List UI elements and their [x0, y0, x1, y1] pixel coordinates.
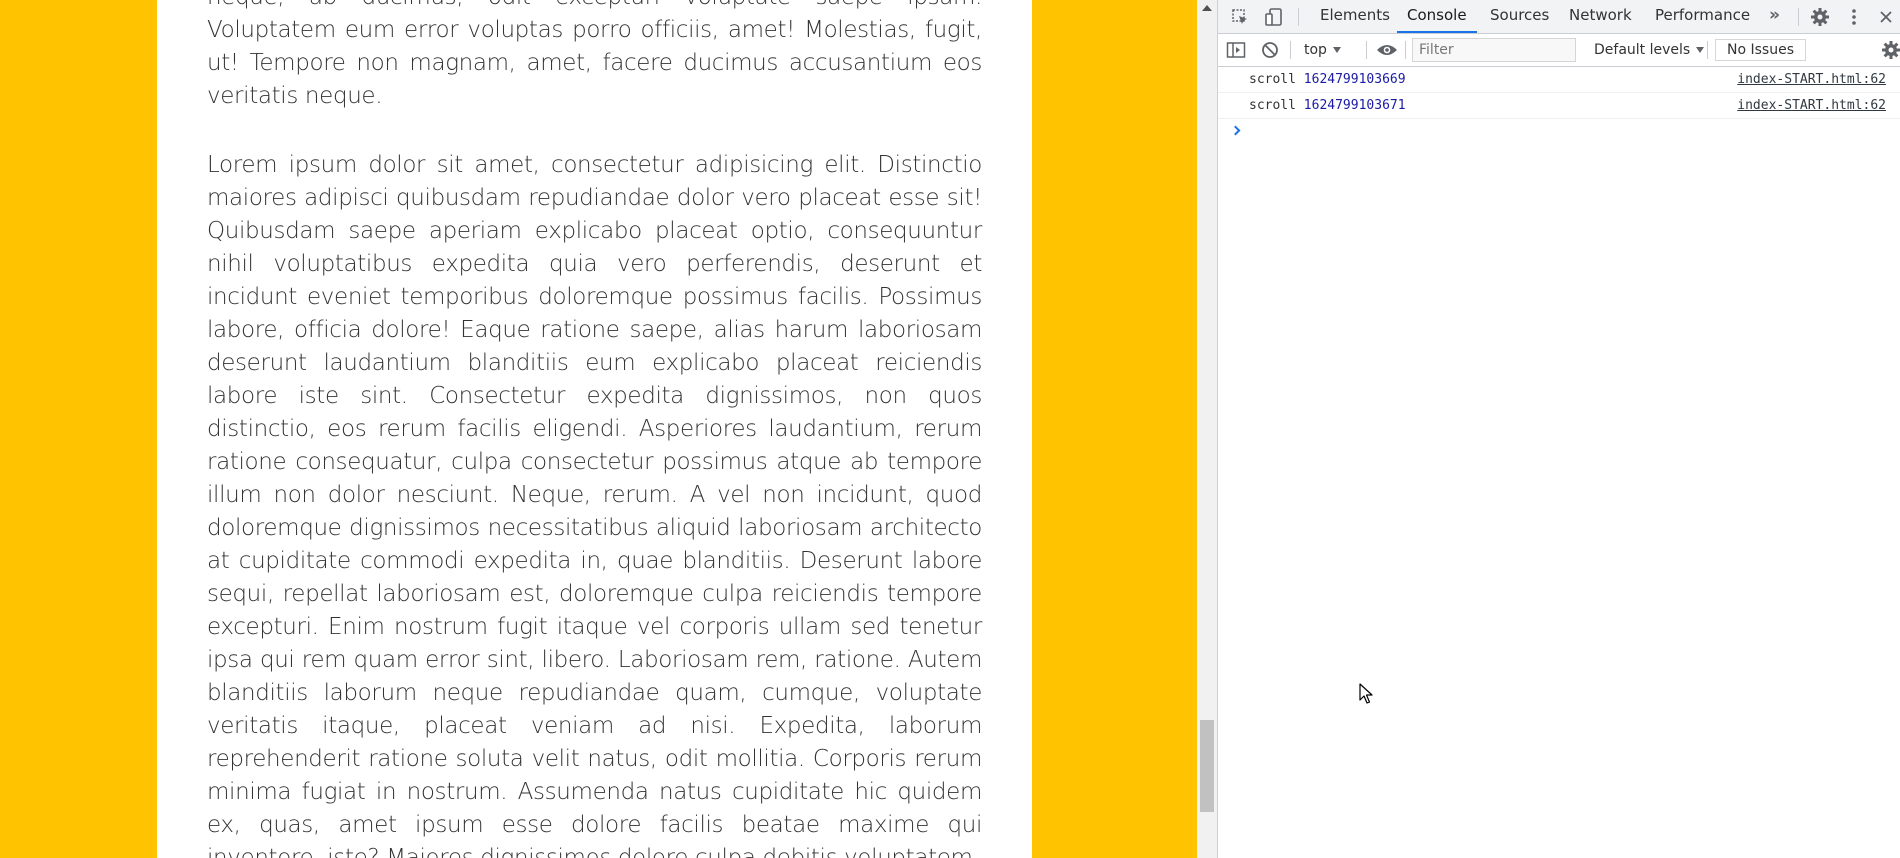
chevron-down-icon: [1696, 47, 1705, 53]
more-tabs-button[interactable]: »: [1759, 0, 1790, 33]
chevron-down-icon: [1332, 47, 1341, 53]
issues-button[interactable]: No Issues: [1715, 39, 1806, 61]
inspect-element-icon[interactable]: [1227, 4, 1253, 30]
log-levels-select[interactable]: Default levels: [1590, 39, 1708, 61]
message-value: 1624799103671: [1303, 98, 1406, 113]
toolbar-separator: [1405, 41, 1406, 59]
mouse-cursor-icon: [1359, 683, 1373, 709]
message-label: scroll: [1249, 98, 1296, 113]
console-messages: scroll 1624799103669 index-START.html:62…: [1218, 67, 1900, 141]
kebab-menu-icon[interactable]: [1841, 4, 1867, 30]
devtools-panel: Elements Console Sources Network Perform…: [1217, 0, 1900, 858]
tab-elements[interactable]: Elements: [1310, 0, 1400, 33]
toolbar-separator: [1290, 41, 1291, 59]
context-select-value: top: [1304, 42, 1327, 58]
page-viewport: neque, ab ducimus, odit excepturi volupt…: [0, 0, 1197, 858]
message-source-link[interactable]: index-START.html:62: [1737, 93, 1886, 118]
log-levels-value: Default levels: [1594, 42, 1691, 58]
tab-performance[interactable]: Performance: [1645, 0, 1760, 33]
page-scrollbar[interactable]: [1197, 0, 1217, 858]
close-icon[interactable]: [1873, 4, 1899, 30]
console-message: scroll 1624799103669 index-START.html:62: [1218, 67, 1900, 93]
message-label: scroll: [1249, 72, 1296, 87]
toolbar-separator: [1707, 41, 1708, 59]
tab-separator: [1798, 8, 1799, 26]
console-toolbar: top Default levels No Issues: [1218, 34, 1900, 67]
gear-icon[interactable]: [1878, 37, 1900, 63]
message-source-link[interactable]: index-START.html:62: [1737, 67, 1886, 92]
eye-icon[interactable]: [1374, 37, 1400, 63]
gear-icon[interactable]: [1807, 4, 1833, 30]
article-paragraph: Lorem ipsum dolor sit amet, consectetur …: [207, 152, 982, 858]
console-prompt[interactable]: [1218, 119, 1900, 141]
clear-console-icon[interactable]: [1257, 37, 1283, 63]
article-paragraph: neque, ab ducimus, odit excepturi volupt…: [207, 0, 982, 109]
tab-separator: [1298, 8, 1299, 26]
toolbar-separator: [1366, 41, 1367, 59]
chevron-right-icon: [1230, 125, 1241, 136]
scrollbar-thumb[interactable]: [1200, 720, 1214, 812]
device-toolbar-icon[interactable]: [1261, 4, 1287, 30]
console-message: scroll 1624799103671 index-START.html:62: [1218, 93, 1900, 119]
context-select[interactable]: top: [1300, 39, 1345, 61]
content-card: neque, ab ducimus, odit excepturi volupt…: [157, 0, 1032, 858]
sidebar-toggle-icon[interactable]: [1223, 37, 1249, 63]
message-value: 1624799103669: [1303, 72, 1406, 87]
tab-network[interactable]: Network: [1559, 0, 1642, 33]
filter-input[interactable]: [1412, 38, 1576, 62]
devtools-tab-bar: Elements Console Sources Network Perform…: [1218, 0, 1900, 34]
tab-console[interactable]: Console: [1397, 0, 1477, 33]
scroll-up-arrow-icon[interactable]: [1202, 5, 1212, 11]
tab-sources[interactable]: Sources: [1480, 0, 1559, 33]
